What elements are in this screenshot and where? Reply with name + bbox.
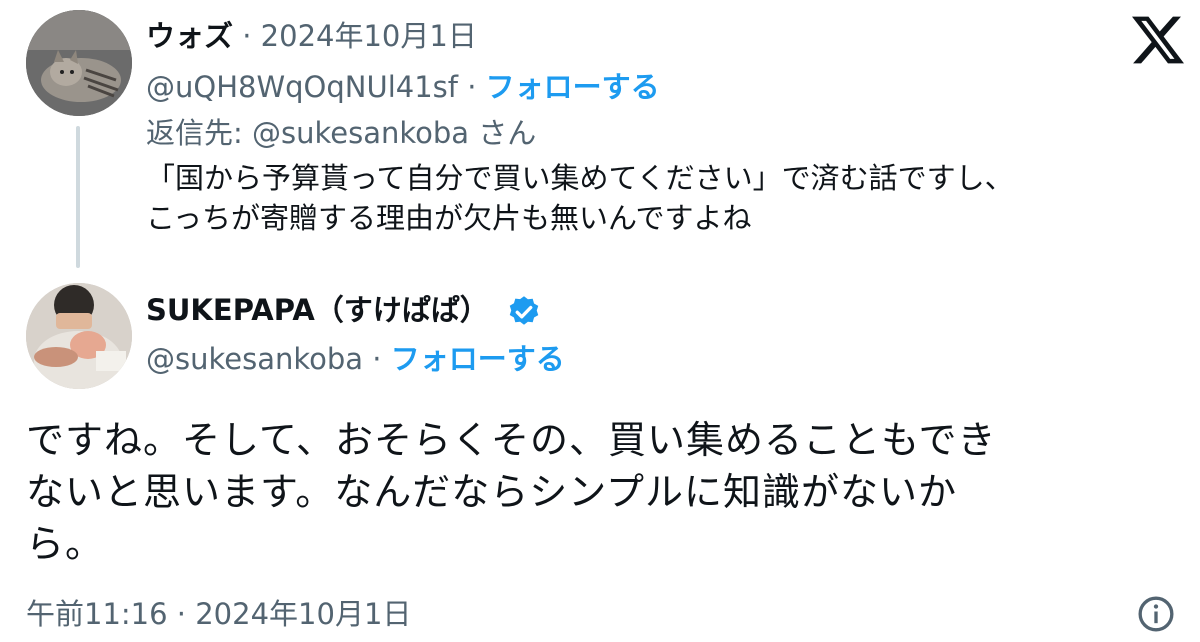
main-tweet-text: ですね。そして、おそらくその、買い集めることもでき ないと思います。なんだならシ…: [26, 414, 1176, 570]
handle-separator-main: ·: [372, 342, 382, 376]
tweet-date: 2024年10月1日: [195, 597, 412, 631]
follow-button-sukepapa[interactable]: フォローする: [391, 342, 565, 376]
main-author-handle[interactable]: @sukesankoba: [146, 342, 363, 376]
cat-avatar-image: [26, 10, 132, 116]
reply-text-line-2: こっちが寄贈する理由が欠片も無いんですよね: [146, 201, 752, 235]
reply-tweet-header: ウォズ · 2024年10月1日: [146, 16, 477, 56]
follow-button-wozu[interactable]: フォローする: [486, 70, 660, 104]
verified-badge-icon: [506, 294, 542, 330]
reply-to-line: 返信先: @sukesankoba さん: [146, 113, 536, 153]
reply-author-name[interactable]: ウォズ: [146, 19, 233, 53]
reply-to-prefix: 返信先:: [146, 116, 252, 150]
reply-author-handle[interactable]: @uQH8WqOqNUl41sf: [146, 70, 458, 104]
handle-separator: ·: [467, 70, 477, 104]
reply-tweet-text: 「国から予算貰って自分で買い集めてください」で済む話ですし、 こっちが寄贈する理…: [146, 158, 1166, 238]
header-separator: ·: [242, 19, 252, 53]
avatar-sukepapa[interactable]: [26, 283, 132, 389]
main-text-line-1: ですね。そして、おそらくその、買い集めることもでき: [26, 418, 997, 462]
avatar-wozu[interactable]: [26, 10, 132, 116]
tweet-timestamp[interactable]: 午前11:16 · 2024年10月1日: [26, 594, 411, 634]
main-text-line-3: ら。: [26, 522, 105, 566]
thread-connector-line: [76, 126, 80, 268]
parent-baby-avatar-image: [26, 283, 132, 389]
main-tweet-header: SUKEPAPA（すけぱぱ）: [146, 290, 542, 330]
main-author-name[interactable]: SUKEPAPA（すけぱぱ）: [146, 293, 489, 327]
main-text-line-2: ないと思います。なんだならシンプルに知識がないか: [26, 470, 958, 514]
info-icon[interactable]: [1136, 594, 1176, 634]
footer-separator: ·: [176, 597, 187, 631]
reply-to-mention[interactable]: @sukesankoba: [252, 116, 469, 150]
reply-text-line-1: 「国から予算貰って自分で買い集めてください」で済む話ですし、: [146, 161, 1014, 195]
reply-handle-row: @uQH8WqOqNUl41sf · フォローする: [146, 67, 660, 107]
main-handle-row: @sukesankoba · フォローする: [146, 339, 565, 379]
x-logo-icon[interactable]: [1132, 14, 1184, 66]
tweet-time: 午前11:16: [26, 597, 168, 631]
reply-to-suffix: さん: [478, 116, 537, 150]
reply-date[interactable]: 2024年10月1日: [261, 19, 477, 53]
